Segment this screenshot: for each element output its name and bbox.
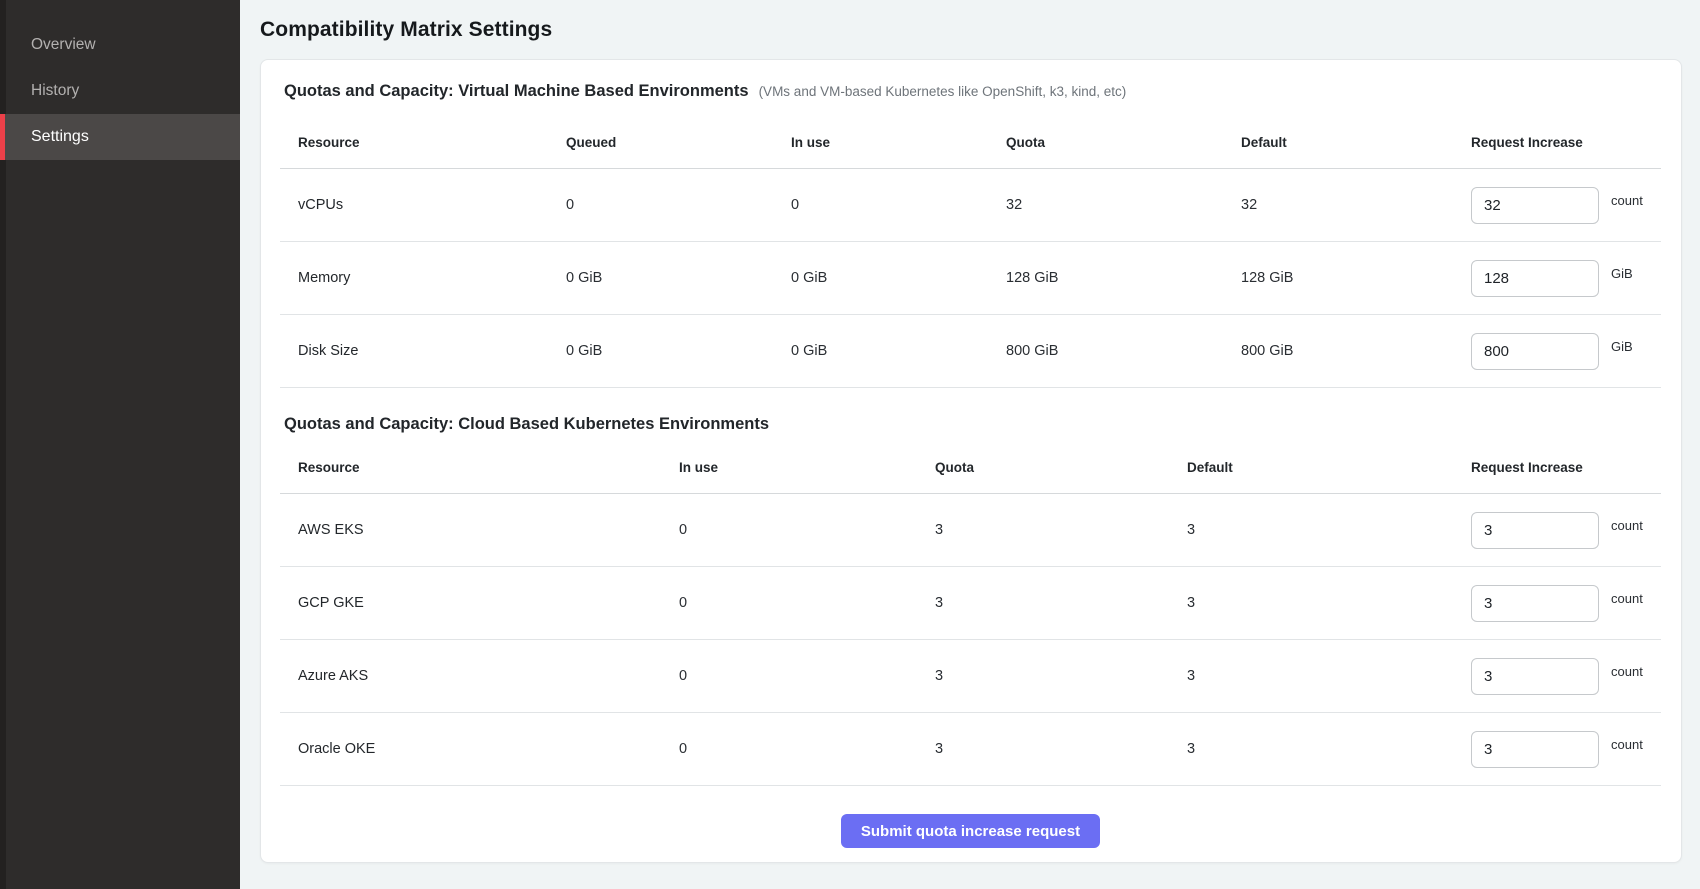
quota-cell: 3 (935, 522, 1187, 538)
sidebar-item-overview[interactable]: Overview (0, 22, 240, 68)
quota-cell: 3 (935, 595, 1187, 611)
sidebar: Overview History Settings (0, 0, 240, 889)
default-cell: 3 (1187, 668, 1471, 684)
page-title: Compatibility Matrix Settings (260, 18, 1700, 42)
aws-eks-request-increase-input[interactable] (1471, 512, 1599, 549)
queued-cell: 0 GiB (566, 270, 791, 286)
quota-cell: 128 GiB (1006, 270, 1241, 286)
sidebar-item-settings[interactable]: Settings (0, 114, 240, 160)
col-header-in-use: In use (679, 460, 935, 475)
unit-label: count (1611, 518, 1643, 533)
submit-quota-increase-button[interactable]: Submit quota increase request (841, 814, 1100, 848)
in-use-cell: 0 GiB (791, 270, 1006, 286)
col-header-default: Default (1187, 460, 1471, 475)
unit-label: count (1611, 737, 1643, 752)
unit-label: GiB (1611, 339, 1633, 354)
section-cloud-heading: Quotas and Capacity: Cloud Based Kuberne… (284, 415, 1661, 434)
table-row-disk-size: Disk Size 0 GiB 0 GiB 800 GiB 800 GiB Gi… (280, 315, 1661, 388)
table-row-azure-aks: Azure AKS 0 3 3 count (280, 640, 1661, 713)
unit-label: count (1611, 591, 1643, 606)
queued-cell: 0 GiB (566, 343, 791, 359)
col-header-in-use: In use (791, 135, 1006, 150)
col-header-quota: Quota (935, 460, 1187, 475)
queued-cell: 0 (566, 197, 791, 213)
quota-cell: 3 (935, 741, 1187, 757)
section-vm-environments: Quotas and Capacity: Virtual Machine Bas… (280, 82, 1661, 388)
section-vm-subtitle: (VMs and VM-based Kubernetes like OpenSh… (759, 84, 1127, 99)
resource-cell: AWS EKS (298, 522, 679, 538)
section-cloud-title: Quotas and Capacity: Cloud Based Kuberne… (284, 415, 769, 434)
table-row-oracle-oke: Oracle OKE 0 3 3 count (280, 713, 1661, 786)
default-cell: 3 (1187, 741, 1471, 757)
section-cloud-kubernetes: Quotas and Capacity: Cloud Based Kuberne… (280, 415, 1661, 786)
request-increase-cell: count (1471, 731, 1661, 768)
table-row-gcp-gke: GCP GKE 0 3 3 count (280, 567, 1661, 640)
in-use-cell: 0 (679, 668, 935, 684)
vcpus-request-increase-input[interactable] (1471, 187, 1599, 224)
memory-request-increase-input[interactable] (1471, 260, 1599, 297)
oracle-oke-request-increase-input[interactable] (1471, 731, 1599, 768)
default-cell: 128 GiB (1241, 270, 1471, 286)
in-use-cell: 0 (679, 595, 935, 611)
default-cell: 800 GiB (1241, 343, 1471, 359)
gcp-gke-request-increase-input[interactable] (1471, 585, 1599, 622)
resource-cell: vCPUs (298, 197, 566, 213)
resource-cell: Memory (298, 270, 566, 286)
azure-aks-request-increase-input[interactable] (1471, 658, 1599, 695)
main-content: Compatibility Matrix Settings Quotas and… (240, 0, 1700, 889)
default-cell: 3 (1187, 595, 1471, 611)
in-use-cell: 0 (679, 741, 935, 757)
card-footer: Submit quota increase request (280, 786, 1661, 848)
resource-cell: Azure AKS (298, 668, 679, 684)
sidebar-item-label: Overview (31, 36, 96, 54)
table-row-aws-eks: AWS EKS 0 3 3 count (280, 494, 1661, 567)
col-header-request-increase: Request Increase (1471, 135, 1661, 150)
request-increase-cell: GiB (1471, 260, 1661, 297)
request-increase-cell: count (1471, 658, 1661, 695)
vm-table-header: Resource Queued In use Quota Default Req… (280, 117, 1661, 169)
resource-cell: Oracle OKE (298, 741, 679, 757)
col-header-request-increase: Request Increase (1471, 460, 1661, 475)
quota-cell: 3 (935, 668, 1187, 684)
quotas-card: Quotas and Capacity: Virtual Machine Bas… (260, 59, 1682, 863)
col-header-resource: Resource (298, 460, 679, 475)
request-increase-cell: GiB (1471, 333, 1661, 370)
default-cell: 3 (1187, 522, 1471, 538)
sidebar-item-label: History (31, 82, 79, 100)
col-header-default: Default (1241, 135, 1471, 150)
disk-size-request-increase-input[interactable] (1471, 333, 1599, 370)
col-header-quota: Quota (1006, 135, 1241, 150)
resource-cell: Disk Size (298, 343, 566, 359)
table-row-vcpus: vCPUs 0 0 32 32 count (280, 169, 1661, 242)
section-vm-title: Quotas and Capacity: Virtual Machine Bas… (284, 82, 749, 101)
unit-label: GiB (1611, 266, 1633, 281)
request-increase-cell: count (1471, 585, 1661, 622)
col-header-queued: Queued (566, 135, 791, 150)
in-use-cell: 0 GiB (791, 343, 1006, 359)
request-increase-cell: count (1471, 512, 1661, 549)
unit-label: count (1611, 193, 1643, 208)
in-use-cell: 0 (679, 522, 935, 538)
quota-cell: 32 (1006, 197, 1241, 213)
request-increase-cell: count (1471, 187, 1661, 224)
sidebar-item-history[interactable]: History (0, 68, 240, 114)
resource-cell: GCP GKE (298, 595, 679, 611)
table-row-memory: Memory 0 GiB 0 GiB 128 GiB 128 GiB GiB (280, 242, 1661, 315)
cloud-table-header: Resource In use Quota Default Request In… (280, 442, 1661, 494)
unit-label: count (1611, 664, 1643, 679)
section-vm-heading: Quotas and Capacity: Virtual Machine Bas… (284, 82, 1661, 101)
default-cell: 32 (1241, 197, 1471, 213)
col-header-resource: Resource (298, 135, 566, 150)
sidebar-item-label: Settings (31, 128, 89, 146)
in-use-cell: 0 (791, 197, 1006, 213)
quota-cell: 800 GiB (1006, 343, 1241, 359)
